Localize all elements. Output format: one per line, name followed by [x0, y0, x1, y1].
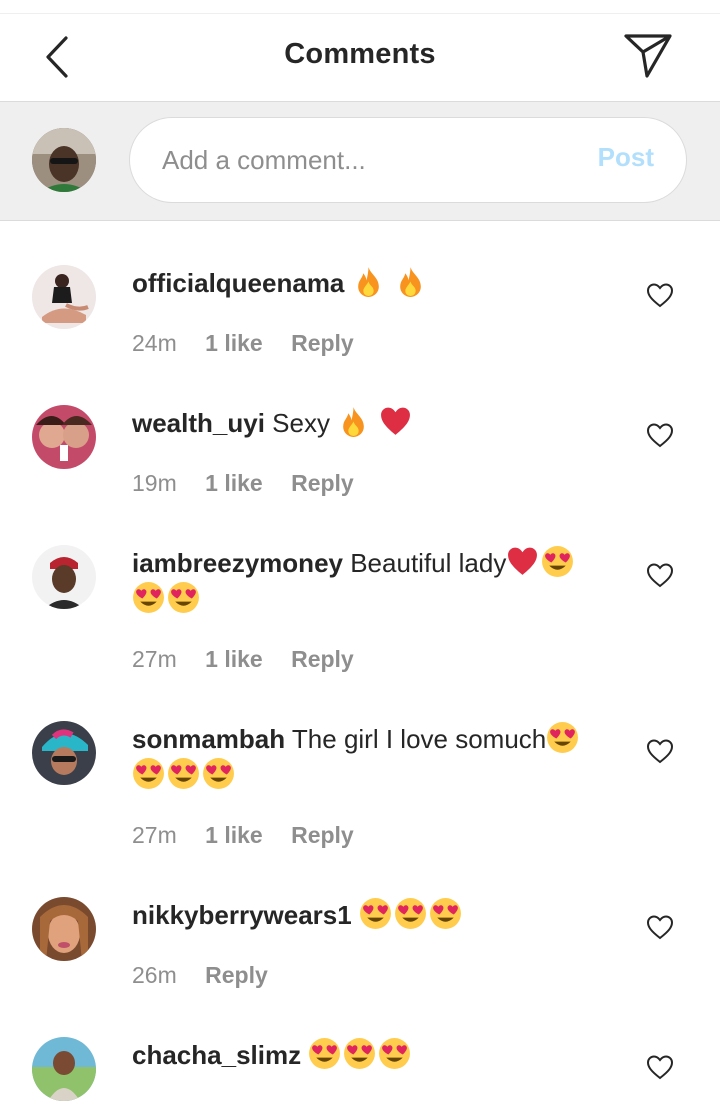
reply-button[interactable]: Reply: [291, 330, 354, 356]
post-button[interactable]: Post: [598, 142, 654, 173]
heart-eyes-emoji-icon: [359, 898, 391, 929]
heart-eyes-emoji-icon: [168, 582, 199, 613]
comment-time: 27m: [132, 822, 177, 848]
like-heart-icon[interactable]: [646, 738, 674, 764]
comment-username[interactable]: wealth_uyi: [132, 408, 265, 438]
comment-username[interactable]: officialqueenama: [132, 268, 344, 298]
fire-emoji-icon: [400, 267, 421, 297]
comment-likes[interactable]: 1 like: [205, 822, 263, 848]
paper-plane-icon[interactable]: [620, 30, 676, 82]
comment-body: nikkyberrywears1: [132, 897, 602, 933]
comment-body: wealth_uyi Sexy: [132, 405, 602, 441]
heart-eyes-emoji-icon: [203, 758, 234, 789]
comment-likes[interactable]: 1 like: [205, 330, 263, 356]
avatar[interactable]: [32, 545, 96, 609]
comment-username[interactable]: sonmambah: [132, 724, 285, 754]
reply-button[interactable]: Reply: [205, 962, 268, 988]
fire-emoji-icon: [357, 267, 379, 297]
avatar[interactable]: [32, 721, 96, 785]
heart-eyes-emoji-icon: [168, 758, 199, 789]
avatar[interactable]: [32, 265, 96, 329]
comment-body: officialqueenama: [132, 265, 602, 301]
red-heart-emoji-icon: [381, 407, 411, 435]
like-heart-icon[interactable]: [646, 282, 674, 308]
comment-text: Beautiful lady: [350, 548, 507, 578]
comment-body: iambreezymoney Beautiful lady: [132, 545, 602, 617]
like-heart-icon[interactable]: [646, 422, 674, 448]
comment-username[interactable]: chacha_slimz: [132, 1040, 301, 1070]
like-heart-icon[interactable]: [646, 562, 674, 588]
heart-eyes-emoji-icon: [133, 582, 164, 613]
comment-meta: 27m 1 like Reply: [132, 822, 376, 849]
fire-emoji-icon: [343, 407, 365, 437]
comment-composer: Post: [0, 101, 720, 221]
comment-time: 26m: [132, 962, 177, 988]
avatar[interactable]: [32, 1037, 96, 1101]
comment-meta: 27m 1 like Reply: [132, 646, 376, 673]
heart-eyes-emoji-icon: [379, 1038, 411, 1069]
heart-eyes-emoji-icon: [344, 1038, 376, 1069]
comment-body: sonmambah The girl I love somuch: [132, 721, 602, 793]
like-heart-icon[interactable]: [646, 914, 674, 940]
comment-username[interactable]: iambreezymoney: [132, 548, 343, 578]
comment-meta: 26m Reply: [132, 962, 290, 989]
reply-button[interactable]: Reply: [291, 822, 354, 848]
avatar[interactable]: [32, 405, 96, 469]
page-title: Comments: [284, 38, 436, 70]
current-user-avatar: [32, 128, 96, 192]
comment-time: 24m: [132, 330, 177, 356]
heart-eyes-emoji-icon: [394, 898, 426, 929]
comment-username[interactable]: nikkyberrywears1: [132, 900, 352, 930]
like-heart-icon[interactable]: [646, 1054, 674, 1080]
top-bar: Comments: [0, 14, 720, 101]
heart-eyes-emoji-icon: [309, 1038, 341, 1069]
comment-meta: 24m 1 like Reply: [132, 330, 376, 357]
avatar[interactable]: [32, 897, 96, 961]
status-divider: [0, 0, 720, 14]
reply-button[interactable]: Reply: [291, 646, 354, 672]
comment-time: 19m: [132, 470, 177, 496]
red-heart-emoji-icon: [508, 547, 538, 575]
comment-likes[interactable]: 1 like: [205, 470, 263, 496]
heart-eyes-emoji-icon: [429, 898, 461, 929]
comment-body: chacha_slimz: [132, 1037, 602, 1073]
comment-text: The girl I love somuch: [291, 724, 547, 754]
comment-text: Sexy: [272, 408, 330, 438]
heart-eyes-emoji-icon: [133, 758, 164, 789]
comment-likes[interactable]: 1 like: [205, 646, 263, 672]
comment-input[interactable]: [162, 140, 562, 180]
heart-eyes-emoji-icon: [547, 722, 579, 753]
comment-time: 27m: [132, 646, 177, 672]
reply-button[interactable]: Reply: [291, 470, 354, 496]
comment-input-container: Post: [129, 117, 687, 203]
comment-meta: 19m 1 like Reply: [132, 470, 376, 497]
heart-eyes-emoji-icon: [542, 546, 574, 577]
